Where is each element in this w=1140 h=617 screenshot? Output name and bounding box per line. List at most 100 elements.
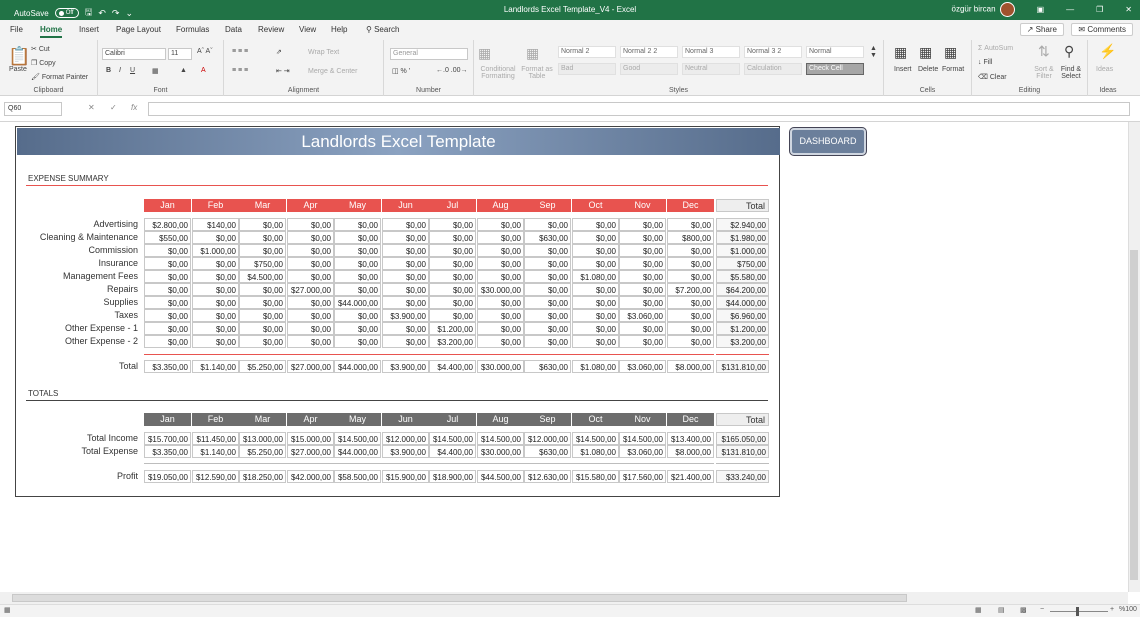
table-cell[interactable]: $0,00 — [524, 309, 571, 322]
row-total-cell[interactable]: $6.960,00 — [716, 309, 769, 322]
format-cells-button[interactable]: Format — [942, 66, 964, 73]
ideas-button[interactable]: Ideas — [1096, 66, 1113, 73]
table-cell[interactable]: $0,00 — [477, 257, 524, 270]
decimal-icon[interactable]: ←.0 .00→ — [436, 67, 468, 74]
profit-total-cell[interactable]: $33.240,00 — [716, 470, 769, 483]
zoom-slider[interactable] — [1050, 611, 1108, 612]
indent-icon[interactable]: ⇤ ⇥ — [276, 67, 290, 75]
profit-cell[interactable]: $42.000,00 — [287, 470, 334, 483]
table-cell[interactable]: $4.400,00 — [429, 445, 476, 458]
table-cell[interactable]: $0,00 — [239, 244, 286, 257]
table-cell[interactable]: $0,00 — [572, 231, 619, 244]
table-cell[interactable]: $0,00 — [287, 244, 334, 257]
table-cell[interactable]: $800,00 — [667, 231, 714, 244]
table-cell[interactable]: $13.000,00 — [239, 432, 286, 445]
tab-file[interactable]: File — [10, 25, 23, 34]
table-cell[interactable]: $0,00 — [572, 296, 619, 309]
comments-button[interactable]: ✉ Comments — [1071, 23, 1133, 36]
format-as-table-button[interactable]: Format as Table — [520, 66, 554, 80]
page-layout-view-icon[interactable]: ▤ — [998, 606, 1005, 614]
table-cell[interactable]: $0,00 — [382, 335, 429, 348]
insert-cells-button[interactable]: Insert — [894, 66, 912, 73]
table-cell[interactable]: $0,00 — [524, 335, 571, 348]
table-cell[interactable]: $0,00 — [287, 322, 334, 335]
accounting-icon[interactable]: ◫ % ’ — [392, 67, 410, 75]
table-cell[interactable]: $0,00 — [334, 231, 381, 244]
table-cell[interactable]: $0,00 — [334, 244, 381, 257]
clear-button[interactable]: ⌫ Clear — [978, 73, 1007, 81]
table-cell[interactable]: $0,00 — [667, 335, 714, 348]
row-total-cell[interactable]: $750,00 — [716, 257, 769, 270]
table-cell[interactable]: $3.900,00 — [382, 445, 429, 458]
table-cell[interactable]: $0,00 — [287, 309, 334, 322]
table-cell[interactable]: $0,00 — [429, 257, 476, 270]
table-cell[interactable]: $0,00 — [572, 244, 619, 257]
sort-filter-icon[interactable]: ⇅ — [1038, 43, 1050, 60]
profit-cell[interactable]: $19.050,00 — [144, 470, 191, 483]
font-name-select[interactable]: Calibri — [102, 48, 166, 60]
table-cell[interactable]: $44.000,00 — [334, 445, 381, 458]
table-cell[interactable]: $0,00 — [477, 309, 524, 322]
profit-cell[interactable]: $15.900,00 — [382, 470, 429, 483]
table-cell[interactable]: $0,00 — [144, 322, 191, 335]
table-cell[interactable]: $3.350,00 — [144, 445, 191, 458]
row-total-cell[interactable]: $5.580,00 — [716, 270, 769, 283]
ribbon-display-icon[interactable]: ▣ — [1037, 5, 1045, 14]
table-cell[interactable]: $550,00 — [144, 231, 191, 244]
cut-button[interactable]: ✂ Cut — [31, 45, 50, 53]
style-normal-2[interactable]: Normal 2 — [558, 46, 616, 58]
table-cell[interactable]: $0,00 — [667, 309, 714, 322]
table-cell[interactable]: $27.000,00 — [287, 445, 334, 458]
table-cell[interactable]: $0,00 — [619, 218, 666, 231]
table-cell[interactable]: $0,00 — [429, 309, 476, 322]
table-cell[interactable]: $0,00 — [192, 270, 239, 283]
align-left-icon[interactable]: ≡ ≡ ≡ — [232, 67, 248, 74]
expense-total-cell[interactable]: $1.140,00 — [192, 360, 239, 373]
bold-icon[interactable]: B — [106, 67, 111, 74]
delete-cells-button[interactable]: Delete — [918, 66, 938, 73]
table-cell[interactable]: $0,00 — [477, 231, 524, 244]
expense-total-cell[interactable]: $27.000,00 — [287, 360, 334, 373]
name-box[interactable]: Q60 — [4, 102, 62, 116]
table-cell[interactable]: $0,00 — [429, 270, 476, 283]
table-cell[interactable]: $0,00 — [619, 283, 666, 296]
table-cell[interactable]: $0,00 — [572, 309, 619, 322]
tab-review[interactable]: Review — [258, 25, 284, 34]
row-total-cell[interactable]: $2.940,00 — [716, 218, 769, 231]
style-normal-3[interactable]: Normal 3 — [682, 46, 740, 58]
table-cell[interactable]: $0,00 — [144, 309, 191, 322]
expense-total-cell[interactable]: $5.250,00 — [239, 360, 286, 373]
table-cell[interactable]: $750,00 — [239, 257, 286, 270]
table-cell[interactable]: $0,00 — [144, 244, 191, 257]
table-cell[interactable]: $3.060,00 — [619, 309, 666, 322]
table-cell[interactable]: $0,00 — [524, 244, 571, 257]
table-cell[interactable]: $0,00 — [287, 257, 334, 270]
table-cell[interactable]: $0,00 — [334, 270, 381, 283]
table-cell[interactable]: $13.400,00 — [667, 432, 714, 445]
borders-icon[interactable]: ▦ — [152, 67, 159, 75]
table-cell[interactable]: $630,00 — [524, 445, 571, 458]
table-cell[interactable]: $0,00 — [192, 335, 239, 348]
italic-icon[interactable]: I — [119, 67, 121, 74]
row-total-cell[interactable]: $1.000,00 — [716, 244, 769, 257]
style-good[interactable]: Good — [620, 63, 678, 75]
table-cell[interactable]: $0,00 — [667, 257, 714, 270]
table-cell[interactable]: $0,00 — [667, 244, 714, 257]
table-cell[interactable]: $0,00 — [144, 296, 191, 309]
wrap-text-button[interactable]: Wrap Text — [308, 49, 339, 56]
table-cell[interactable]: $0,00 — [382, 296, 429, 309]
user-account[interactable]: özgür bircan — [952, 2, 1015, 17]
expense-total-cell[interactable]: $3.350,00 — [144, 360, 191, 373]
cancel-icon[interactable]: ✕ — [88, 103, 95, 112]
table-cell[interactable]: $0,00 — [524, 283, 571, 296]
table-cell[interactable]: $0,00 — [239, 296, 286, 309]
expense-total-cell[interactable]: $3.900,00 — [382, 360, 429, 373]
table-cell[interactable]: $0,00 — [524, 218, 571, 231]
fill-button[interactable]: ↓ Fill — [978, 59, 992, 66]
table-cell[interactable]: $630,00 — [524, 231, 571, 244]
table-cell[interactable]: $4.500,00 — [239, 270, 286, 283]
table-cell[interactable]: $0,00 — [382, 322, 429, 335]
table-cell[interactable]: $1.140,00 — [192, 445, 239, 458]
table-cell[interactable]: $0,00 — [477, 218, 524, 231]
table-cell[interactable]: $0,00 — [334, 257, 381, 270]
